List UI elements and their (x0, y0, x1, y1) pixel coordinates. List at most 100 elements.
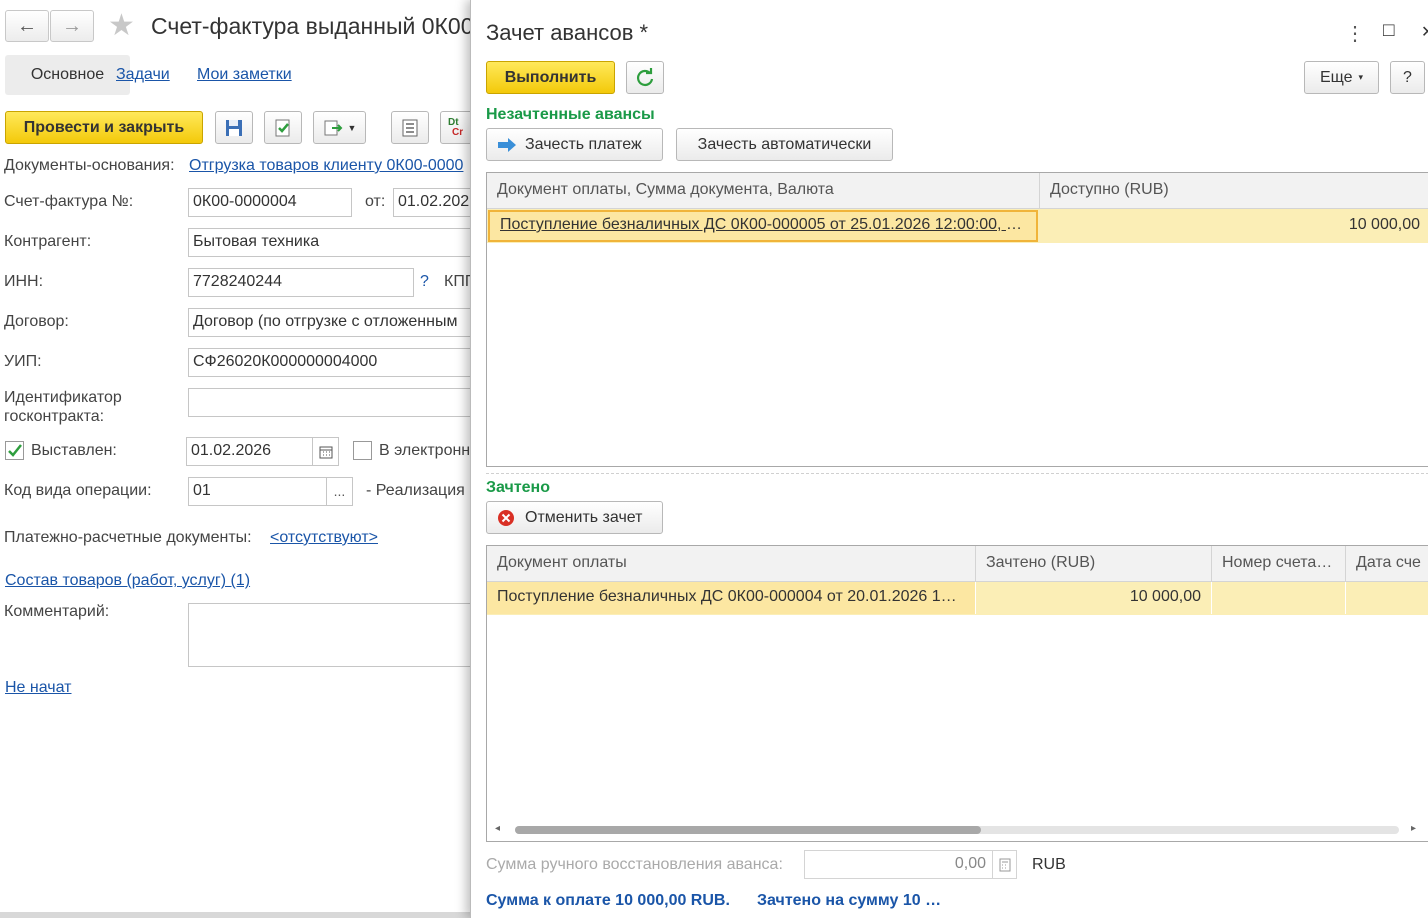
dt-label: Dt (448, 116, 459, 128)
help-button[interactable]: ? (1390, 61, 1425, 94)
execute-label: Выполнить (504, 68, 597, 86)
tab-main[interactable]: Основное (5, 55, 130, 95)
footer-applied-amount: Зачтено на сумму 10 … (757, 892, 942, 909)
apply-payment-label: Зачесть платеж (525, 135, 642, 153)
uip-field[interactable]: СФ26020К000000004000 (188, 348, 483, 377)
chevron-down-icon: ▾ (1358, 72, 1364, 82)
arrow-right-icon (498, 137, 516, 152)
applied-cell: 10 000,00 (976, 582, 1212, 614)
favorite-star-icon[interactable]: ★ (108, 8, 135, 43)
comment-label: Комментарий: (4, 603, 110, 620)
apply-payment-button[interactable]: Зачесть платеж (486, 128, 663, 161)
op-code-desc: - Реализация (366, 482, 465, 499)
create-based-icon (324, 120, 342, 135)
op-code-label: Код вида операции: (4, 482, 152, 499)
manual-restore-field[interactable]: 0,00 (804, 850, 1017, 879)
column-header-invoice-date[interactable]: Дата сче (1346, 546, 1428, 582)
table-row[interactable]: Поступление безналичных ДС 0К00-000004 о… (487, 582, 1428, 615)
apply-auto-label: Зачесть автоматически (697, 135, 872, 153)
forward-button[interactable]: → (50, 10, 94, 42)
post-document-icon (275, 119, 290, 136)
tab-main-label: Основное (30, 66, 105, 83)
dialog-title: Зачет авансов * (486, 20, 649, 45)
calendar-icon (319, 446, 332, 458)
chevron-down-icon: ▼ (347, 122, 357, 133)
invoice-number-field[interactable]: 0К00-0000004 (188, 188, 352, 217)
advance-offset-dialog: Зачет авансов * ⋮ □ ✕ Выполнить Еще ▾ ? Н… (470, 0, 1428, 918)
inn-field[interactable]: 7728240244 (188, 268, 414, 297)
issued-checkbox[interactable] (5, 441, 24, 460)
payment-docs-link[interactable]: <отсутствуют> (270, 529, 378, 547)
contractor-field[interactable]: Бытовая техника (188, 228, 483, 257)
footer-amount-due: Сумма к оплате 10 000,00 RUB. (486, 892, 730, 909)
unapplied-advances-table: Документ оплаты, Сумма документа, Валюта… (486, 172, 1428, 467)
contract-field[interactable]: Договор (по отгрузке с отложенным (188, 308, 483, 337)
unapplied-section-title: Незачтенные авансы (486, 106, 655, 123)
tab-tasks[interactable]: Задачи (116, 66, 170, 84)
column-header-applied[interactable]: Зачтено (RUB) (976, 546, 1212, 582)
bottom-edge (0, 912, 470, 918)
post-and-close-label: Провести и закрыть (23, 118, 185, 136)
post-and-close-button[interactable]: Провести и закрыть (5, 111, 203, 144)
kebab-menu-icon[interactable]: ⋮ (1345, 21, 1365, 46)
status-link[interactable]: Не начат (5, 679, 72, 697)
save-button[interactable] (215, 111, 253, 144)
horizontal-scrollbar-track[interactable] (515, 826, 1399, 834)
apply-auto-button[interactable]: Зачесть автоматически (676, 128, 893, 161)
payment-doc-cell[interactable]: Поступление безналичных ДС 0К00-000005 о… (488, 210, 1038, 242)
column-header-payment-doc[interactable]: Документ оплаты (487, 546, 976, 582)
maximize-icon[interactable]: □ (1383, 20, 1394, 42)
execute-button[interactable]: Выполнить (486, 61, 615, 94)
manual-restore-label: Сумма ручного восстановления аванса: (486, 856, 783, 873)
gov-contract-label-line2: госконтракта: (4, 408, 105, 425)
cancel-offset-label: Отменить зачет (525, 508, 643, 526)
cancel-offset-button[interactable]: Отменить зачет (486, 501, 663, 534)
gov-contract-field[interactable] (188, 388, 483, 417)
invoice-number-label: Счет-фактура №: (4, 193, 134, 210)
column-header-invoice-number[interactable]: Номер счета… (1212, 546, 1346, 582)
refresh-button[interactable] (626, 61, 664, 94)
more-button[interactable]: Еще ▾ (1304, 61, 1379, 94)
available-cell: 10 000,00 (1348, 216, 1420, 233)
close-icon[interactable]: ✕ (1421, 22, 1428, 42)
cancel-circle-icon (498, 509, 514, 526)
checkmark-icon (7, 443, 22, 457)
invoice-number-cell (1212, 582, 1346, 614)
horizontal-scrollbar-thumb[interactable] (515, 826, 981, 834)
payment-doc-cell: Поступление безналичных ДС 0К00-000004 о… (487, 582, 976, 614)
inn-label: ИНН: (4, 273, 44, 290)
tab-notes[interactable]: Мои заметки (197, 66, 292, 84)
back-button[interactable]: ← (5, 10, 49, 42)
ct-label: Cr (452, 126, 464, 138)
goods-link[interactable]: Состав товаров (работ, услуг) (1) (5, 572, 250, 590)
electronic-checkbox[interactable] (353, 441, 372, 460)
splitter[interactable] (486, 473, 1428, 474)
floppy-disk-icon (226, 119, 242, 136)
applied-section-title: Зачтено (486, 479, 550, 496)
post-button[interactable] (264, 111, 302, 144)
create-based-on-button[interactable]: ▼ (313, 111, 366, 144)
currency-label: RUB (1032, 856, 1066, 873)
payment-docs-label: Платежно-расчетные документы: (4, 529, 252, 546)
applied-advances-table: Документ оплаты Зачтено (RUB) Номер счет… (486, 545, 1428, 842)
calendar-button[interactable] (312, 438, 338, 465)
inn-help-icon[interactable]: ? (420, 273, 429, 291)
list-button[interactable] (391, 111, 429, 144)
table-row[interactable]: Поступление безналичных ДС 0К00-000005 о… (487, 209, 1428, 243)
page-title: Счет-фактура выданный 0К00 (151, 13, 474, 39)
calculator-button[interactable] (992, 851, 1016, 878)
scroll-right-icon[interactable]: ▸ (1411, 823, 1416, 834)
op-code-select-button[interactable]: ... (326, 478, 352, 505)
help-icon: ? (1403, 68, 1412, 86)
more-label: Еще (1319, 68, 1353, 86)
column-header-available[interactable]: Доступно (RUB) (1040, 173, 1428, 209)
calculator-icon (999, 858, 1010, 871)
basis-docs-link[interactable]: Отгрузка товаров клиенту 0К00-0000 (189, 157, 463, 175)
issued-label: Выставлен: (31, 442, 117, 459)
contractor-label: Контрагент: (4, 233, 92, 250)
arrow-left-icon: ← (17, 14, 37, 37)
invoice-date-cell (1346, 582, 1428, 614)
column-header-payment-doc[interactable]: Документ оплаты, Сумма документа, Валюта (487, 173, 1040, 209)
comment-field[interactable] (188, 603, 483, 667)
scroll-left-icon[interactable]: ◂ (495, 823, 500, 834)
